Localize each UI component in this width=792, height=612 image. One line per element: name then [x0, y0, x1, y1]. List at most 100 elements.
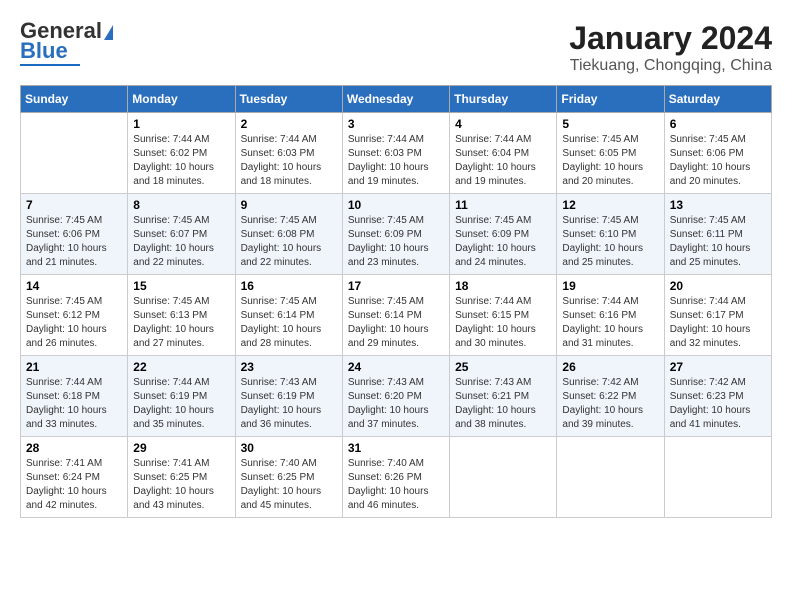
calendar-cell	[450, 437, 557, 518]
day-info: Sunrise: 7:45 AM Sunset: 6:13 PM Dayligh…	[133, 295, 229, 351]
day-info: Sunrise: 7:44 AM Sunset: 6:02 PM Dayligh…	[133, 133, 229, 189]
logo-underline	[20, 64, 80, 66]
day-info: Sunrise: 7:43 AM Sunset: 6:19 PM Dayligh…	[241, 376, 337, 432]
day-info: Sunrise: 7:45 AM Sunset: 6:10 PM Dayligh…	[562, 214, 658, 270]
day-number: 4	[455, 117, 551, 131]
day-number: 5	[562, 117, 658, 131]
calendar-cell: 21 Sunrise: 7:44 AM Sunset: 6:18 PM Dayli…	[21, 356, 128, 437]
week-row-3: 14Sunrise: 7:45 AM Sunset: 6:12 PM Dayli…	[21, 275, 772, 356]
calendar-cell: 25Sunrise: 7:43 AM Sunset: 6:21 PM Dayli…	[450, 356, 557, 437]
day-number: 6	[670, 117, 766, 131]
day-info: Sunrise: 7:45 AM Sunset: 6:06 PM Dayligh…	[26, 214, 122, 270]
calendar-cell: 4 Sunrise: 7:44 AM Sunset: 6:04 PM Daylig…	[450, 113, 557, 194]
day-info: Sunrise: 7:44 AM Sunset: 6:17 PM Dayligh…	[670, 295, 766, 351]
calendar-cell: 10 Sunrise: 7:45 AM Sunset: 6:09 PM Dayli…	[342, 194, 449, 275]
day-number: 10	[348, 198, 444, 212]
day-info: Sunrise: 7:45 AM Sunset: 6:08 PM Dayligh…	[241, 214, 337, 270]
day-info: Sunrise: 7:44 AM Sunset: 6:18 PM Dayligh…	[26, 376, 122, 432]
day-info: Sunrise: 7:40 AM Sunset: 6:25 PM Dayligh…	[241, 457, 337, 513]
day-info: Sunrise: 7:43 AM Sunset: 6:20 PM Dayligh…	[348, 376, 444, 432]
week-row-2: 7 Sunrise: 7:45 AM Sunset: 6:06 PM Daylig…	[21, 194, 772, 275]
calendar-cell: 29Sunrise: 7:41 AM Sunset: 6:25 PM Dayli…	[128, 437, 235, 518]
calendar-cell: 9 Sunrise: 7:45 AM Sunset: 6:08 PM Daylig…	[235, 194, 342, 275]
day-number: 15	[133, 279, 229, 293]
day-number: 7	[26, 198, 122, 212]
day-number: 8	[133, 198, 229, 212]
page-header: General Blue January 2024 Tiekuang, Chon…	[20, 20, 772, 75]
column-header-wednesday: Wednesday	[342, 86, 449, 113]
calendar-cell: 23 Sunrise: 7:43 AM Sunset: 6:19 PM Dayli…	[235, 356, 342, 437]
day-number: 11	[455, 198, 551, 212]
calendar-cell: 12 Sunrise: 7:45 AM Sunset: 6:10 PM Dayli…	[557, 194, 664, 275]
day-info: Sunrise: 7:45 AM Sunset: 6:06 PM Dayligh…	[670, 133, 766, 189]
day-number: 2	[241, 117, 337, 131]
calendar-cell: 19 Sunrise: 7:44 AM Sunset: 6:16 PM Dayli…	[557, 275, 664, 356]
day-info: Sunrise: 7:45 AM Sunset: 6:14 PM Dayligh…	[241, 295, 337, 351]
day-info: Sunrise: 7:45 AM Sunset: 6:09 PM Dayligh…	[348, 214, 444, 270]
calendar-cell: 14Sunrise: 7:45 AM Sunset: 6:12 PM Dayli…	[21, 275, 128, 356]
day-number: 19	[562, 279, 658, 293]
calendar-cell: 11Sunrise: 7:45 AM Sunset: 6:09 PM Dayli…	[450, 194, 557, 275]
day-number: 30	[241, 441, 337, 455]
calendar-cell: 24 Sunrise: 7:43 AM Sunset: 6:20 PM Dayli…	[342, 356, 449, 437]
day-info: Sunrise: 7:44 AM Sunset: 6:04 PM Dayligh…	[455, 133, 551, 189]
day-number: 13	[670, 198, 766, 212]
calendar-cell: 15 Sunrise: 7:45 AM Sunset: 6:13 PM Dayli…	[128, 275, 235, 356]
day-info: Sunrise: 7:42 AM Sunset: 6:22 PM Dayligh…	[562, 376, 658, 432]
day-info: Sunrise: 7:45 AM Sunset: 6:05 PM Dayligh…	[562, 133, 658, 189]
column-header-friday: Friday	[557, 86, 664, 113]
title-block: January 2024 Tiekuang, Chongqing, China	[569, 20, 772, 75]
calendar-cell: 7 Sunrise: 7:45 AM Sunset: 6:06 PM Daylig…	[21, 194, 128, 275]
day-number: 28	[26, 441, 122, 455]
column-header-tuesday: Tuesday	[235, 86, 342, 113]
day-info: Sunrise: 7:41 AM Sunset: 6:24 PM Dayligh…	[26, 457, 122, 513]
logo: General Blue	[20, 20, 113, 66]
calendar-cell: 16 Sunrise: 7:45 AM Sunset: 6:14 PM Dayli…	[235, 275, 342, 356]
calendar-cell: 30 Sunrise: 7:40 AM Sunset: 6:25 PM Dayli…	[235, 437, 342, 518]
day-info: Sunrise: 7:45 AM Sunset: 6:14 PM Dayligh…	[348, 295, 444, 351]
day-number: 3	[348, 117, 444, 131]
day-number: 9	[241, 198, 337, 212]
calendar-cell: 28 Sunrise: 7:41 AM Sunset: 6:24 PM Dayli…	[21, 437, 128, 518]
day-number: 14	[26, 279, 122, 293]
day-info: Sunrise: 7:44 AM Sunset: 6:03 PM Dayligh…	[348, 133, 444, 189]
calendar-cell: 5 Sunrise: 7:45 AM Sunset: 6:05 PM Daylig…	[557, 113, 664, 194]
calendar-body: 1 Sunrise: 7:44 AM Sunset: 6:02 PM Daylig…	[21, 113, 772, 518]
calendar-cell	[21, 113, 128, 194]
day-number: 20	[670, 279, 766, 293]
header-row: SundayMondayTuesdayWednesdayThursdayFrid…	[21, 86, 772, 113]
calendar-cell: 31Sunrise: 7:40 AM Sunset: 6:26 PM Dayli…	[342, 437, 449, 518]
week-row-5: 28 Sunrise: 7:41 AM Sunset: 6:24 PM Dayli…	[21, 437, 772, 518]
day-info: Sunrise: 7:44 AM Sunset: 6:16 PM Dayligh…	[562, 295, 658, 351]
day-number: 25	[455, 360, 551, 374]
day-number: 23	[241, 360, 337, 374]
day-info: Sunrise: 7:42 AM Sunset: 6:23 PM Dayligh…	[670, 376, 766, 432]
calendar-cell: 1 Sunrise: 7:44 AM Sunset: 6:02 PM Daylig…	[128, 113, 235, 194]
day-number: 1	[133, 117, 229, 131]
week-row-1: 1 Sunrise: 7:44 AM Sunset: 6:02 PM Daylig…	[21, 113, 772, 194]
day-info: Sunrise: 7:40 AM Sunset: 6:26 PM Dayligh…	[348, 457, 444, 513]
day-info: Sunrise: 7:45 AM Sunset: 6:11 PM Dayligh…	[670, 214, 766, 270]
column-header-thursday: Thursday	[450, 86, 557, 113]
calendar-cell: 2Sunrise: 7:44 AM Sunset: 6:03 PM Daylig…	[235, 113, 342, 194]
calendar-cell: 20 Sunrise: 7:44 AM Sunset: 6:17 PM Dayli…	[664, 275, 771, 356]
calendar-cell: 6 Sunrise: 7:45 AM Sunset: 6:06 PM Daylig…	[664, 113, 771, 194]
day-number: 18	[455, 279, 551, 293]
day-number: 27	[670, 360, 766, 374]
column-header-sunday: Sunday	[21, 86, 128, 113]
calendar-cell: 22 Sunrise: 7:44 AM Sunset: 6:19 PM Dayli…	[128, 356, 235, 437]
column-header-monday: Monday	[128, 86, 235, 113]
day-info: Sunrise: 7:45 AM Sunset: 6:07 PM Dayligh…	[133, 214, 229, 270]
column-header-saturday: Saturday	[664, 86, 771, 113]
day-number: 16	[241, 279, 337, 293]
calendar-cell: 8 Sunrise: 7:45 AM Sunset: 6:07 PM Daylig…	[128, 194, 235, 275]
calendar-title: January 2024	[569, 20, 772, 57]
day-info: Sunrise: 7:44 AM Sunset: 6:15 PM Dayligh…	[455, 295, 551, 351]
day-number: 22	[133, 360, 229, 374]
day-number: 12	[562, 198, 658, 212]
day-number: 21	[26, 360, 122, 374]
day-number: 29	[133, 441, 229, 455]
calendar-header: SundayMondayTuesdayWednesdayThursdayFrid…	[21, 86, 772, 113]
day-number: 24	[348, 360, 444, 374]
day-info: Sunrise: 7:44 AM Sunset: 6:19 PM Dayligh…	[133, 376, 229, 432]
